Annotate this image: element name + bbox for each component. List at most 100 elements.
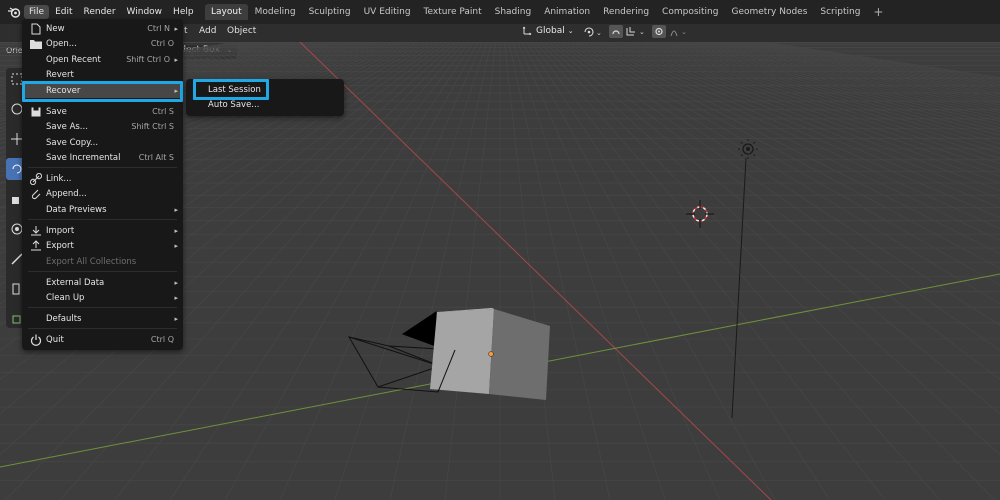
submenu-item-auto-save[interactable]: Auto Save... [208, 100, 259, 110]
chevron-down-icon: ⌄ [567, 27, 574, 35]
menu-item-label: Data Previews [46, 204, 107, 215]
menu-edit[interactable]: Edit [50, 5, 77, 19]
tab-texture-paint[interactable]: Texture Paint [418, 4, 488, 20]
tab-sculpting[interactable]: Sculpting [303, 4, 357, 20]
3d-cursor-icon[interactable] [686, 200, 714, 228]
tab-rendering[interactable]: Rendering [597, 4, 655, 20]
menu-divider [28, 219, 177, 220]
menu-item-external-data[interactable]: External Data ▸ [22, 275, 183, 290]
menu-item-label: Export [46, 240, 74, 251]
menu-item-label: External Data [46, 277, 105, 288]
pivot-point-icon[interactable]: ⌄ [583, 24, 605, 39]
submenu-arrow-icon: ▸ [174, 24, 178, 33]
menu-item-save-incremental[interactable]: Save Incremental Ctrl Alt S [22, 150, 183, 165]
menu-item-label: Revert [46, 69, 74, 80]
menu-divider [28, 100, 177, 101]
menu-item-save-copy[interactable]: Save Copy... [22, 135, 183, 150]
snap-icon[interactable]: ⌄ [609, 24, 651, 39]
grid-line [733, 42, 1000, 88]
menu-item-label: Link... [46, 173, 72, 184]
menu-item-open-recent[interactable]: Open Recent Shift Ctrl O ▸ [22, 52, 183, 67]
grid-line [724, 42, 1000, 92]
transform-orientation-label: Global [536, 26, 565, 36]
menu-item-clean-up[interactable]: Clean Up ▸ [22, 290, 183, 305]
menu-item-export[interactable]: Export ▸ [22, 238, 183, 253]
grid-line [530, 42, 886, 500]
menu-item-quit[interactable]: Quit Ctrl Q [22, 332, 183, 347]
menu-item-open[interactable]: Open... Ctrl O [22, 36, 183, 51]
grid-line [565, 42, 1000, 305]
submenu-arrow-icon: ▸ [174, 205, 178, 214]
menu-item-label: Defaults [46, 313, 82, 324]
menu-window[interactable]: Window [122, 5, 168, 19]
menu-item-shortcut: Shift Ctrl S [131, 122, 174, 131]
new-file-icon [30, 23, 42, 35]
viewport-menu-object[interactable]: Object [227, 26, 256, 36]
grid-line [605, 42, 1000, 192]
import-icon [30, 225, 42, 237]
tab-modeling[interactable]: Modeling [249, 4, 302, 20]
menu-item-append[interactable]: Append... [22, 186, 183, 201]
transform-orientation-icon [522, 25, 533, 38]
grid-line [444, 42, 496, 500]
grid-line [596, 42, 1000, 209]
grid-line [526, 42, 831, 500]
menu-item-link[interactable]: Link... [22, 171, 183, 186]
grid-line [517, 42, 721, 500]
grid-line [592, 42, 1000, 219]
menu-item-data-previews[interactable]: Data Previews ▸ [22, 202, 183, 217]
menu-file[interactable]: File [24, 5, 50, 19]
menu-item-revert[interactable]: Revert [22, 67, 183, 82]
submenu-arrow-icon: ▸ [174, 226, 178, 235]
tab-animation[interactable]: Animation [538, 4, 596, 20]
tab-scripting[interactable]: Scripting [814, 4, 866, 20]
x-axis-line [299, 42, 772, 500]
menu-item-shortcut: Ctrl N [147, 24, 170, 33]
menu-item-save-as[interactable]: Save As... Shift Ctrl S [22, 119, 183, 134]
grid-line [539, 42, 996, 500]
menu-item-export-all-collections: Export All Collections [22, 254, 183, 269]
menu-item-label: Save As... [46, 121, 88, 132]
transform-orientation-dropdown[interactable]: Global ⌄ [519, 23, 578, 39]
submenu-arrow-icon: ▸ [174, 55, 178, 64]
grid-line [715, 42, 1000, 95]
grid-line [557, 42, 1000, 351]
blender-logo-icon[interactable] [4, 2, 24, 22]
menu-item-shortcut: Ctrl S [152, 107, 174, 116]
add-workspace-button[interactable]: + [867, 4, 889, 20]
menu-item-save[interactable]: Save Ctrl S [22, 104, 183, 119]
viewport-menu-add[interactable]: Add [199, 26, 216, 36]
file-menu: New Ctrl N ▸ Open... Ctrl O Open Recent … [22, 19, 183, 350]
menu-item-new[interactable]: New Ctrl N ▸ [22, 21, 183, 36]
cube-object[interactable] [430, 308, 550, 400]
menu-item-label: Save Copy... [46, 137, 99, 148]
menu-item-label: New [46, 23, 65, 34]
light-object-icon[interactable] [731, 139, 758, 419]
grid-line [389, 42, 492, 500]
proportional-editing-icon[interactable]: ⌄ [652, 24, 692, 39]
menu-help[interactable]: Help [168, 5, 199, 19]
grid-line [689, 42, 1000, 108]
workspace-tabs: Layout Modeling Sculpting UV Editing Tex… [205, 4, 889, 20]
menu-render[interactable]: Render [79, 5, 121, 19]
menu-item-label: Export All Collections [46, 256, 137, 267]
viewport-menu-select[interactable]: t [184, 26, 188, 36]
tab-uv-editing[interactable]: UV Editing [358, 4, 417, 20]
grid-line [667, 42, 1000, 122]
grid-line [334, 42, 488, 500]
grid-line [662, 42, 1000, 125]
tab-geometry-nodes[interactable]: Geometry Nodes [725, 4, 813, 20]
menu-item-recover[interactable]: Recover ▸ [22, 83, 183, 98]
tab-compositing[interactable]: Compositing [656, 4, 724, 20]
menu-item-import[interactable]: Import ▸ [22, 223, 183, 238]
grid-line [534, 42, 941, 500]
grid-line [684, 42, 1000, 111]
append-icon [30, 188, 42, 200]
menu-item-label: Open... [46, 38, 77, 49]
menu-item-defaults[interactable]: Defaults ▸ [22, 311, 183, 326]
tab-shading[interactable]: Shading [489, 4, 538, 20]
grid-line [728, 42, 1000, 90]
submenu-item-last-session[interactable]: Last Session [208, 85, 261, 95]
tab-layout[interactable]: Layout [205, 4, 248, 20]
grid-line [755, 42, 1000, 81]
